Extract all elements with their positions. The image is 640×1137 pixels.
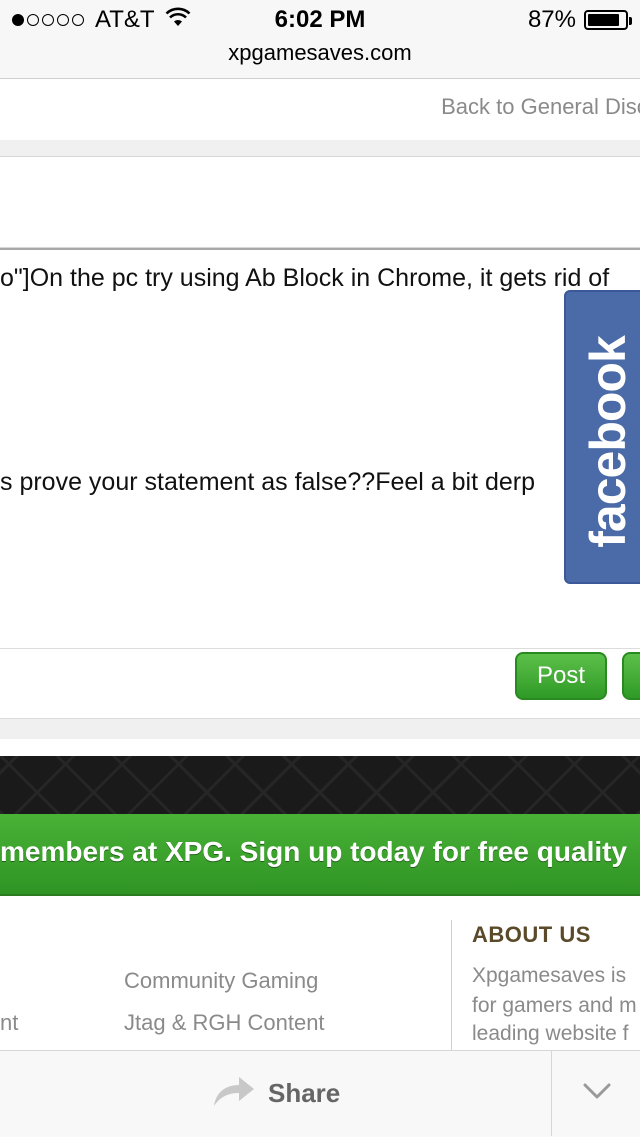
share-label: Share: [268, 1078, 341, 1108]
footer-pattern-band: [0, 756, 640, 814]
footer-link-fragment[interactable]: nt: [0, 1010, 18, 1036]
address-bar-url[interactable]: xpgamesaves.com: [0, 40, 640, 66]
status-right: 87%: [527, 6, 632, 34]
section-separator: [0, 718, 640, 739]
about-us-text: Xpgamesaves is: [472, 964, 627, 987]
footer-link-jtag-rgh[interactable]: Jtag & RGH Content: [124, 1010, 325, 1036]
share-arrow-icon: [212, 1074, 256, 1113]
share-button[interactable]: Share: [212, 1074, 340, 1113]
subject-field[interactable]: [0, 156, 640, 248]
footer-link-community-gaming[interactable]: Community Gaming: [124, 968, 318, 994]
chevron-down-icon[interactable]: [582, 1080, 612, 1107]
signup-banner-text: members at XPG. Sign up today for free q…: [0, 836, 628, 867]
editor-text-line: s prove your statement as false??Feel a …: [0, 468, 536, 496]
about-us-text: leading website f: [472, 1022, 629, 1045]
footer-divider: [451, 920, 452, 1050]
back-to-forum-link[interactable]: Back to General Discu: [441, 94, 640, 120]
battery-percent: 87%: [527, 6, 576, 33]
facebook-tab[interactable]: facebook: [564, 290, 640, 584]
editor-text-line: o"]On the pc try using Ab Block in Chrom…: [0, 264, 610, 292]
secondary-action-button[interactable]: [622, 652, 640, 700]
bottom-bar-divider: [551, 1050, 552, 1136]
battery-icon: [584, 10, 632, 30]
post-button[interactable]: Post: [515, 652, 607, 700]
section-separator: [0, 140, 640, 156]
facebook-label: facebook: [580, 336, 636, 548]
about-us-heading: ABOUT US: [472, 922, 591, 947]
about-us-text: for gamers and m: [472, 994, 637, 1017]
reply-editor[interactable]: o"]On the pc try using Ab Block in Chrom…: [0, 248, 640, 649]
signup-banner[interactable]: members at XPG. Sign up today for free q…: [0, 814, 640, 896]
